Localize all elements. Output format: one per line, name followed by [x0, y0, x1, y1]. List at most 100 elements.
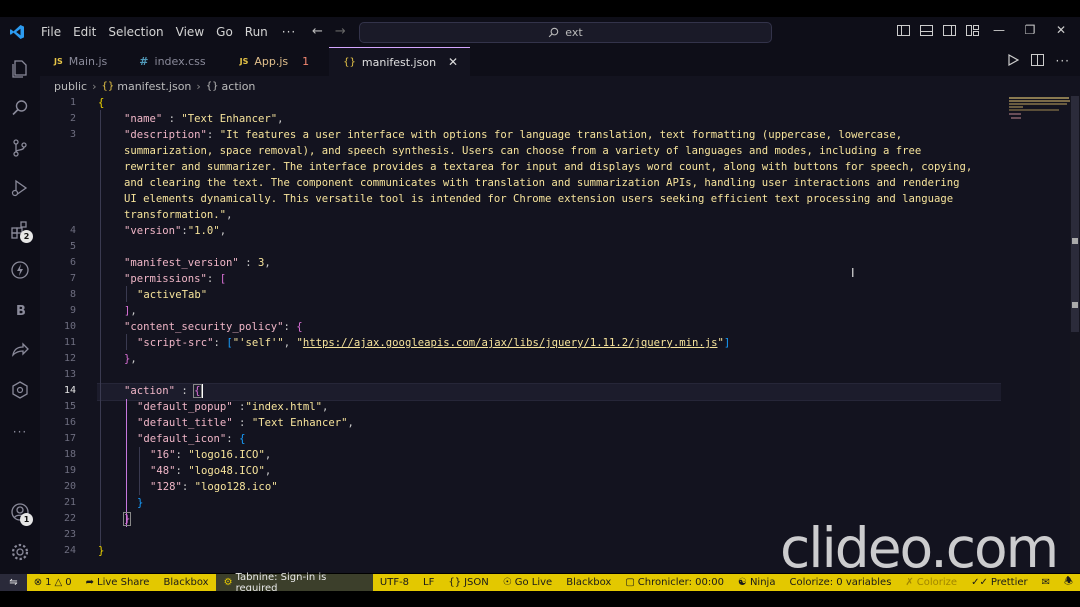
live-share-icon[interactable] — [9, 339, 31, 361]
editor-more-actions-icon[interactable]: ··· — [1056, 54, 1070, 69]
indent-guide — [100, 110, 101, 546]
code-line-3-wrap: transformation.", — [124, 209, 233, 221]
colorize-variables-status[interactable]: Colorize: 0 variables — [782, 577, 898, 588]
breadcrumb-folder[interactable]: public — [54, 80, 87, 93]
search-sidebar-icon[interactable] — [9, 97, 31, 119]
scrollbar-thumb[interactable] — [1071, 96, 1079, 332]
problems-count: 1 — [302, 55, 310, 68]
line-number: 11 — [63, 337, 76, 348]
css-file-icon: # — [139, 55, 149, 68]
toggle-panel-icon[interactable] — [919, 23, 933, 37]
warning-icon: △ — [54, 577, 63, 588]
run-file-icon[interactable] — [1007, 53, 1019, 69]
menu-run[interactable]: Run — [239, 25, 274, 39]
line-number: 23 — [63, 529, 76, 540]
gitlens-icon[interactable] — [9, 379, 31, 401]
menu-view[interactable]: View — [170, 25, 210, 39]
run-debug-icon[interactable] — [9, 177, 31, 199]
tab-main-js[interactable]: JS Main.js — [40, 47, 119, 76]
more-views-icon[interactable]: ··· — [9, 421, 31, 443]
status-bar-right: UTF-8 LF {} JSON ☉ Go Live Blackbox ▢ Chron… — [373, 574, 1080, 591]
text-cursor — [202, 384, 203, 398]
blackbox-status[interactable]: Blackbox — [156, 577, 215, 588]
minimap[interactable] — [1006, 96, 1072, 573]
line-number: 8 — [69, 289, 76, 300]
feedback-icon[interactable]: ✉ — [1035, 577, 1057, 588]
svg-text:B: B — [16, 304, 26, 319]
clideo-watermark: clideo.com — [780, 516, 1059, 573]
title-right-controls: — ❐ ✕ — [896, 23, 1072, 37]
colorize-icon: ✗ — [905, 577, 914, 588]
eol-indicator[interactable]: LF — [416, 577, 441, 588]
blackbox-icon[interactable]: B — [9, 299, 31, 321]
remote-indicator-icon[interactable]: ⇋ — [0, 574, 27, 591]
customize-layout-icon[interactable] — [965, 23, 979, 37]
blackbox-status-right[interactable]: Blackbox — [559, 577, 618, 588]
split-editor-icon[interactable] — [1030, 54, 1044, 69]
record-square-icon: ▢ — [625, 577, 635, 588]
line-number: 1 — [69, 97, 76, 108]
code-line-17: "default_icon": { — [137, 433, 246, 445]
code-line-6: "manifest_version" : 3, — [124, 257, 271, 269]
source-control-icon[interactable] — [9, 137, 31, 159]
thunder-client-icon[interactable] — [9, 259, 31, 281]
code-line-7: "permissions": [ — [124, 273, 227, 285]
chronicler-status[interactable]: ▢ Chronicler: 00:00 — [618, 577, 731, 588]
prettier-status[interactable]: ✓✓ Prettier — [964, 577, 1035, 588]
go-live-button[interactable]: ☉ Go Live — [496, 577, 559, 588]
code-editor[interactable]: 1 2 3 4 5 6 7 8 9 10 11 12 13 14 15 16 1… — [40, 96, 1080, 573]
extensions-badge: 2 — [20, 230, 33, 243]
javascript-file-icon: JS — [239, 57, 249, 66]
settings-gear-icon[interactable] — [9, 541, 31, 563]
language-mode[interactable]: {} JSON — [441, 577, 495, 588]
toggle-secondary-sidebar-icon[interactable] — [942, 23, 956, 37]
menu-edit[interactable]: Edit — [67, 25, 102, 39]
breadcrumb-symbol[interactable]: action — [222, 80, 256, 93]
breadcrumb: public › {} manifest.json › {} action — [40, 76, 1080, 96]
code-line-14: "action" : { — [124, 384, 202, 398]
problems-indicator[interactable]: ⊗ 1 △ 0 — [27, 577, 79, 588]
minimap-line — [1009, 106, 1023, 108]
code-line-20: "128": "logo128.ico" — [150, 481, 278, 493]
tab-manifest-json[interactable]: {} manifest.json ✕ — [329, 47, 471, 76]
menu-selection[interactable]: Selection — [102, 25, 169, 39]
json-file-icon: {} — [101, 80, 115, 92]
menu-more-button[interactable]: ··· — [274, 25, 304, 39]
notifications-bell-icon[interactable]: 🕭 — [1057, 574, 1080, 591]
nav-arrows: ← → — [312, 24, 346, 39]
breadcrumb-file[interactable]: manifest.json — [117, 80, 191, 93]
live-share-button[interactable]: ➦ Live Share — [79, 577, 157, 588]
minimize-button[interactable]: — — [988, 23, 1010, 37]
code-line-15: "default_popup" :"index.html", — [137, 401, 329, 413]
close-window-button[interactable]: ✕ — [1050, 23, 1072, 37]
mouse-ibeam-cursor-icon: I — [851, 266, 855, 280]
command-center-search[interactable]: ext — [359, 22, 772, 43]
close-tab-icon[interactable]: ✕ — [448, 55, 458, 69]
line-number: 17 — [63, 433, 76, 444]
menu-go[interactable]: Go — [210, 25, 239, 39]
colorize-toggle[interactable]: ✗ Colorize — [898, 577, 964, 588]
tab-index-css[interactable]: # index.css — [119, 47, 217, 76]
tab-app-js[interactable]: JS App.js 1 — [218, 47, 322, 76]
code-line-22: } — [122, 512, 132, 526]
toggle-primary-sidebar-icon[interactable] — [896, 23, 910, 37]
line-number: 19 — [63, 465, 76, 476]
ninja-status[interactable]: ☯ Ninja — [731, 577, 782, 588]
menu-file[interactable]: File — [35, 25, 67, 39]
tabnine-icon: ⚙ — [223, 577, 233, 588]
explorer-icon[interactable] — [9, 57, 31, 79]
status-bar: ⇋ ⊗ 1 △ 0 ➦ Live Share Blackbox ⚙ Tabnine: S… — [0, 572, 1080, 594]
encoding-indicator[interactable]: UTF-8 — [373, 577, 416, 588]
restore-button[interactable]: ❐ — [1019, 23, 1041, 37]
line-number: 22 — [63, 513, 76, 524]
editor-actions: ··· — [1007, 53, 1070, 69]
back-arrow-icon[interactable]: ← — [312, 24, 323, 39]
code-line-1: { — [98, 97, 105, 109]
tabnine-status[interactable]: ⚙ Tabnine: Sign-in is required — [215, 572, 373, 594]
code-line-10: "content_security_policy": { — [124, 321, 303, 333]
forward-arrow-icon[interactable]: → — [335, 24, 346, 39]
jquery-cdn-link[interactable]: https://ajax.googleapis.com/ajax/libs/jq… — [303, 337, 718, 349]
scroll-marker — [1072, 302, 1078, 308]
line-number: 21 — [63, 497, 76, 508]
vertical-scrollbar[interactable] — [1070, 96, 1080, 573]
